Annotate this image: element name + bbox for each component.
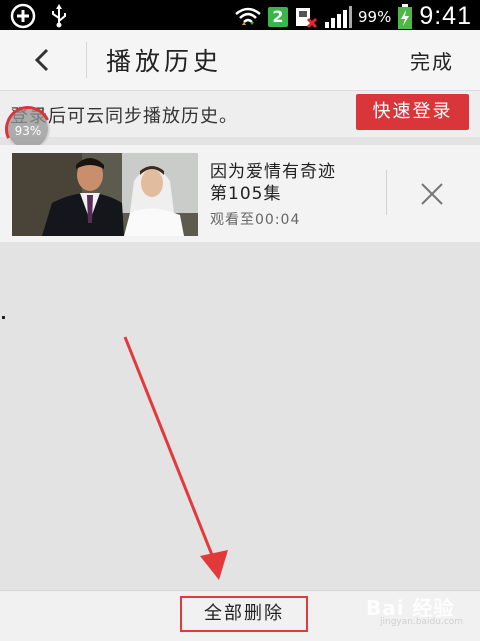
watermark-url: jingyan.baidu.com — [380, 617, 464, 627]
header-divider — [86, 42, 87, 78]
done-button[interactable]: 完成 — [410, 46, 454, 75]
video-title: 因为爱情有奇迹 第105集 — [210, 161, 380, 205]
sim-error-icon — [295, 7, 318, 28]
status-bar: 2 99% 9:41 — [0, 0, 480, 30]
video-title-line2: 第105集 — [210, 184, 282, 204]
page-title: 播放历史 — [106, 47, 223, 76]
clock: 9:41 — [419, 2, 472, 30]
login-banner: 登录后可云同步播放历史。 快速登录 — [0, 91, 480, 137]
signal-icon — [324, 5, 352, 28]
row-divider — [386, 170, 387, 215]
video-title-line1: 因为爱情有奇迹 — [210, 162, 336, 182]
stray-dot — [2, 316, 5, 319]
thumbnail-image — [12, 153, 198, 236]
history-item[interactable]: 因为爱情有奇迹 第105集 观看至00:04 — [0, 145, 480, 242]
quick-login-button[interactable]: 快速登录 — [356, 94, 469, 130]
app-header: 播放历史 完成 — [0, 30, 480, 91]
status-right-icons: 2 99% 9:41 — [234, 2, 472, 31]
watched-progress: 观看至00:04 — [210, 212, 301, 228]
battery-percent: 99% — [357, 7, 392, 26]
delete-all-button[interactable]: 全部删除 — [180, 596, 308, 632]
battery-charging-icon — [398, 3, 413, 29]
add-circle-icon — [10, 3, 36, 29]
video-thumbnail[interactable] — [12, 153, 198, 236]
usb-icon — [52, 4, 66, 28]
status-left-icons — [10, 3, 68, 29]
wifi-icon — [235, 7, 261, 25]
delete-item-button[interactable] — [418, 180, 446, 208]
notification-badge: 2 — [267, 6, 288, 27]
back-button[interactable] — [25, 44, 61, 76]
